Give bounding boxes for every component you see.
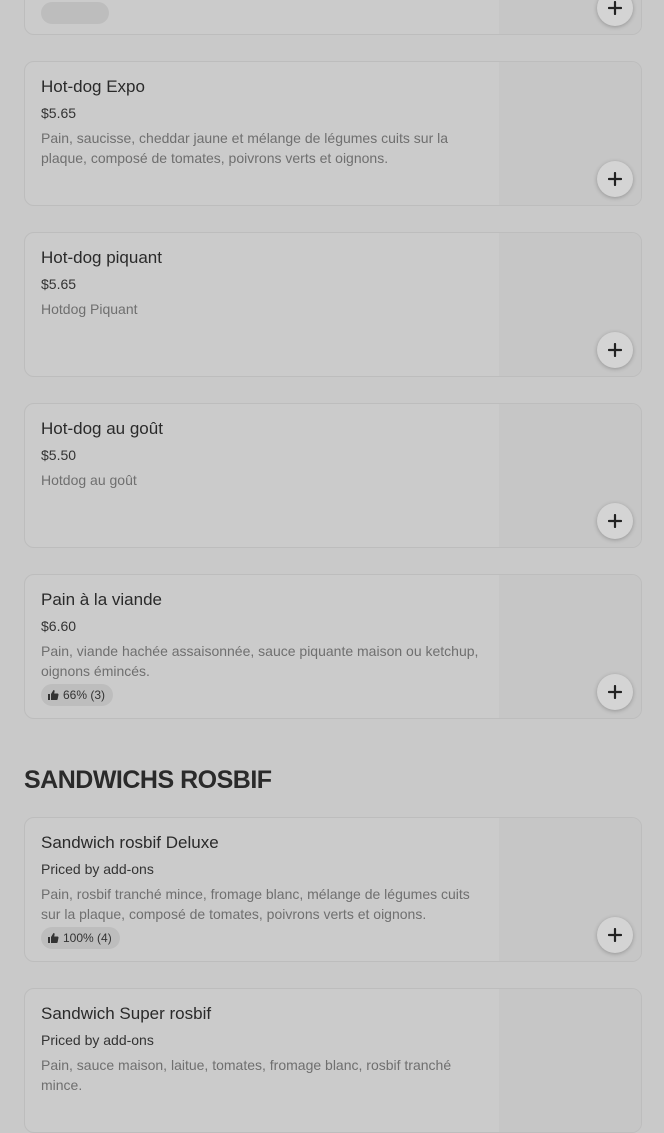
menu-item-card[interactable]: Sandwich rosbif Deluxe Priced by add-ons… — [24, 817, 642, 962]
rating-badge — [41, 2, 109, 24]
plus-icon — [608, 172, 622, 186]
item-description: Hotdog Piquant — [41, 301, 138, 317]
plus-icon — [608, 514, 622, 528]
menu-item-card[interactable] — [24, 0, 642, 35]
item-price: $5.65 — [41, 105, 77, 121]
plus-icon — [608, 928, 622, 942]
item-price: $5.50 — [41, 447, 77, 463]
rating-badge: 66% (3) — [41, 684, 114, 706]
item-name: Hot-dog piquant — [41, 248, 162, 267]
item-name: Sandwich rosbif Deluxe — [41, 833, 219, 852]
item-price: Priced by add-ons — [41, 861, 154, 877]
add-item-button[interactable] — [597, 674, 633, 710]
add-item-button[interactable] — [597, 332, 633, 368]
item-name: Hot-dog au goût — [41, 419, 163, 438]
rating-text: 66% (3) — [63, 688, 106, 702]
menu-page: Hot-dog Expo $5.65 Pain, saucisse, chedd… — [0, 0, 664, 1133]
item-name: Sandwich Super rosbif — [41, 1004, 212, 1023]
thumbs-up-icon — [48, 933, 59, 943]
item-description: Hotdog au goût — [41, 472, 137, 488]
item-price: Priced by add-ons — [41, 1032, 154, 1048]
item-image — [499, 989, 641, 1132]
item-description: Pain, viande hachée assaisonnée, sauce p… — [41, 643, 479, 679]
item-description: Pain, rosbif tranché mince, fromage blan… — [41, 886, 470, 922]
item-description: Pain, sauce maison, laitue, tomates, fro… — [41, 1057, 452, 1093]
menu-item-card[interactable]: Pain à la viande $6.60 Pain, viande hach… — [24, 574, 642, 719]
item-description: Pain, saucisse, cheddar jaune et mélange… — [41, 130, 449, 166]
add-item-button[interactable] — [597, 917, 633, 953]
add-item-button[interactable] — [597, 503, 633, 539]
rating-text: 100% (4) — [63, 931, 112, 945]
rating-badge: 100% (4) — [41, 927, 120, 949]
menu-item-card[interactable]: Sandwich Super rosbif Priced by add-ons … — [24, 988, 642, 1133]
thumbs-up-icon — [48, 690, 59, 700]
item-price: $6.60 — [41, 618, 77, 634]
menu-item-card[interactable]: Hot-dog au goût $5.50 Hotdog au goût — [24, 403, 642, 548]
plus-icon — [608, 1, 622, 15]
item-price: $5.65 — [41, 276, 77, 292]
menu-item-card[interactable]: Hot-dog piquant $5.65 Hotdog Piquant — [24, 232, 642, 377]
item-name: Hot-dog Expo — [41, 77, 145, 96]
section-title: SANDWICHS ROSBIF — [24, 766, 272, 794]
plus-icon — [608, 343, 622, 357]
item-name: Pain à la viande — [41, 590, 162, 609]
menu-item-card[interactable]: Hot-dog Expo $5.65 Pain, saucisse, chedd… — [24, 61, 642, 206]
plus-icon — [608, 685, 622, 699]
add-item-button[interactable] — [597, 161, 633, 197]
